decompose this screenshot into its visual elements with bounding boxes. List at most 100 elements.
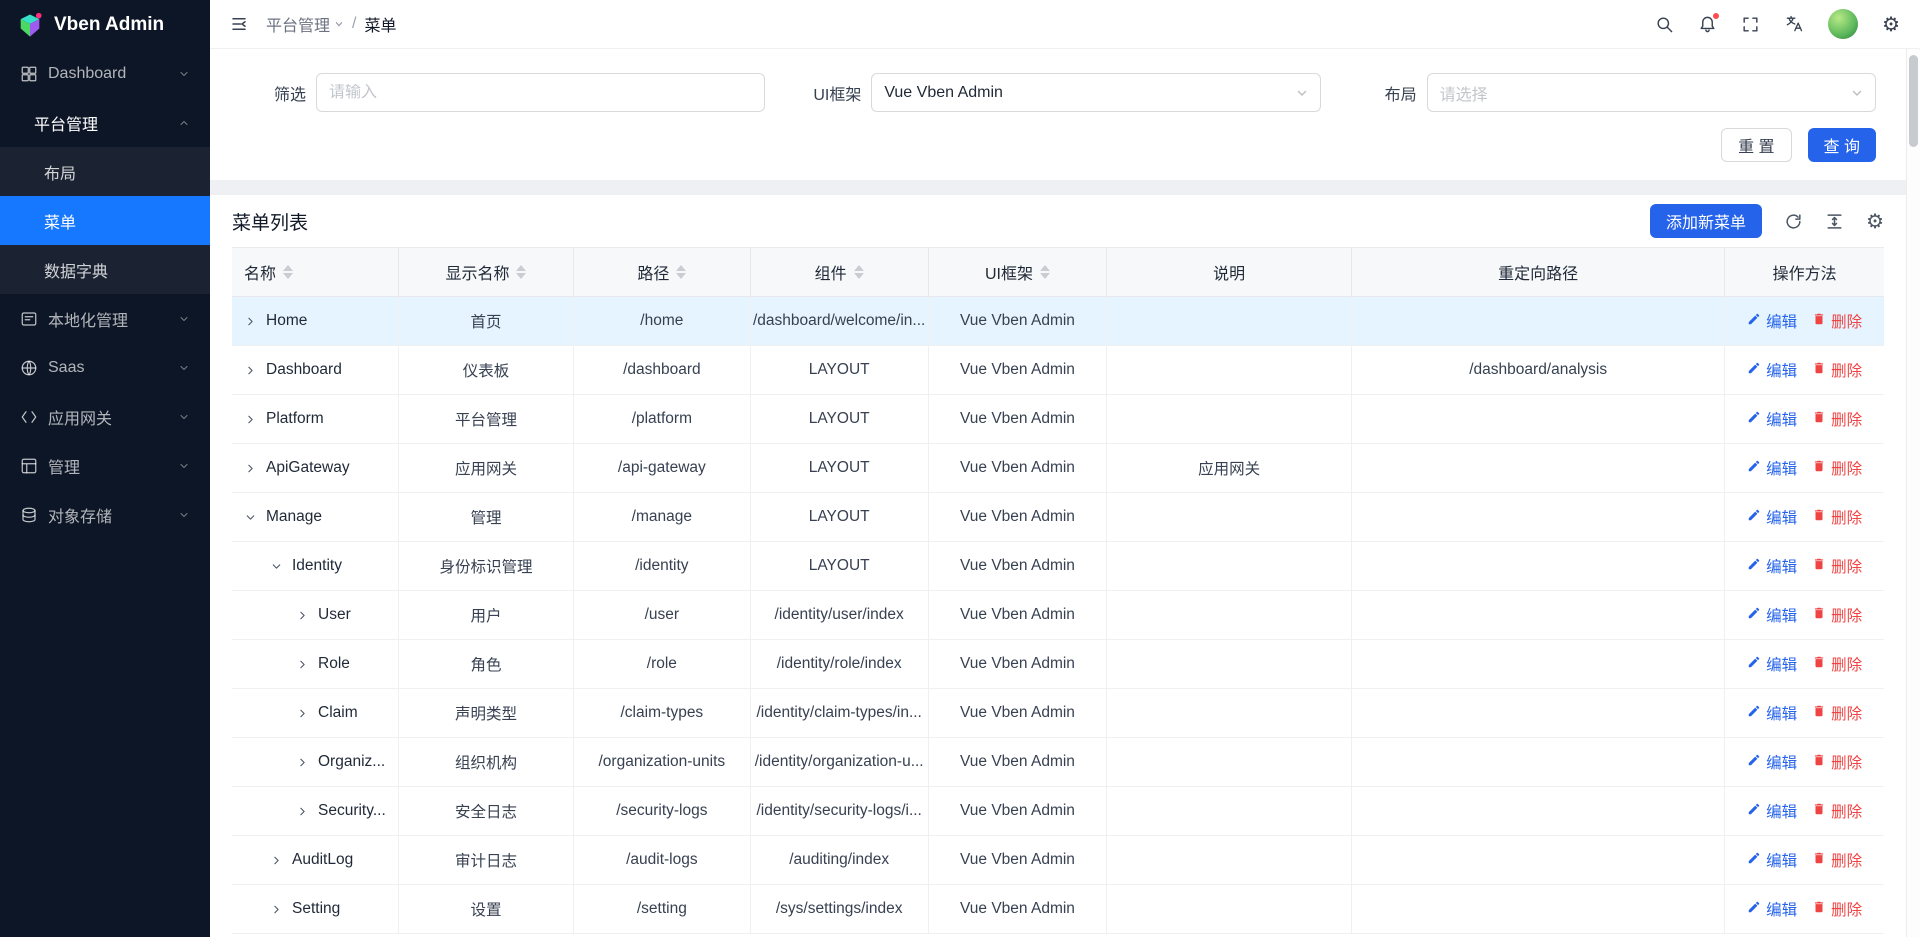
sort-icon[interactable] <box>516 265 526 279</box>
sidebar-item-layout[interactable]: 布局 <box>0 147 210 196</box>
edit-button[interactable]: 编辑 <box>1747 359 1797 381</box>
column-header[interactable]: 名称 <box>232 248 399 297</box>
sidebar-collapse-icon[interactable] <box>230 15 248 33</box>
chevron-down-icon[interactable] <box>270 560 283 573</box>
edit-button[interactable]: 编辑 <box>1747 898 1797 920</box>
edit-button[interactable]: 编辑 <box>1747 751 1797 773</box>
chevron-right-icon[interactable] <box>296 805 309 818</box>
delete-button[interactable]: 删除 <box>1812 653 1862 675</box>
edit-button[interactable]: 编辑 <box>1747 653 1797 675</box>
app-logo[interactable]: Vben Admin <box>0 0 210 49</box>
sidebar-item-localization[interactable]: 本地化管理 <box>0 294 210 343</box>
chevron-right-icon[interactable] <box>244 315 257 328</box>
edit-button[interactable]: 编辑 <box>1747 555 1797 577</box>
search-button[interactable]: 查 询 <box>1808 128 1876 162</box>
delete-button[interactable]: 删除 <box>1812 555 1862 577</box>
cell-display: 设置 <box>399 885 574 934</box>
table-row[interactable]: Security...安全日志/security-logs/identity/s… <box>232 787 1884 836</box>
chevron-right-icon[interactable] <box>244 364 257 377</box>
sidebar-item-platform-management[interactable]: 平台管理 <box>0 98 210 147</box>
delete-button[interactable]: 删除 <box>1812 310 1862 332</box>
sidebar-item-api-gateway[interactable]: 应用网关 <box>0 392 210 441</box>
column-header[interactable]: 路径 <box>574 248 750 297</box>
delete-button[interactable]: 删除 <box>1812 898 1862 920</box>
sort-icon[interactable] <box>676 265 686 279</box>
table-row[interactable]: AuditLog审计日志/audit-logs/auditing/indexVu… <box>232 836 1884 885</box>
table-row[interactable]: Organiz...组织机构/organization-units/identi… <box>232 738 1884 787</box>
translate-icon[interactable] <box>1784 14 1804 34</box>
scrollbar[interactable] <box>1906 49 1920 937</box>
filter-input[interactable] <box>329 84 752 102</box>
delete-button[interactable]: 删除 <box>1812 702 1862 724</box>
table-row[interactable]: Claim声明类型/claim-types/identity/claim-typ… <box>232 689 1884 738</box>
table-row[interactable]: Manage管理/manageLAYOUTVue Vben Admin编辑删除 <box>232 493 1884 542</box>
row-name: Manage <box>266 508 322 526</box>
sort-icon[interactable] <box>283 265 293 279</box>
search-icon[interactable] <box>1655 15 1674 34</box>
topbar: 平台管理 / 菜单 ⚙ <box>210 0 1920 49</box>
edit-button[interactable]: 编辑 <box>1747 604 1797 626</box>
breadcrumb-root[interactable]: 平台管理 <box>266 12 344 36</box>
edit-button[interactable]: 编辑 <box>1747 702 1797 724</box>
edit-icon <box>1747 753 1761 772</box>
chevron-right-icon[interactable] <box>270 854 283 867</box>
delete-button[interactable]: 删除 <box>1812 359 1862 381</box>
cell-framework: Vue Vben Admin <box>929 689 1107 738</box>
table-settings-icon[interactable]: ⚙ <box>1866 211 1884 231</box>
delete-button[interactable]: 删除 <box>1812 604 1862 626</box>
sort-icon[interactable] <box>854 265 864 279</box>
cell-display: 身份标识管理 <box>399 542 574 591</box>
settings-gear-icon[interactable]: ⚙ <box>1882 14 1900 34</box>
row-height-icon[interactable] <box>1825 212 1844 231</box>
table-row[interactable]: User用户/user/identity/user/indexVue Vben … <box>232 591 1884 640</box>
reset-button[interactable]: 重 置 <box>1721 128 1791 162</box>
edit-button[interactable]: 编辑 <box>1747 408 1797 430</box>
edit-button[interactable]: 编辑 <box>1747 506 1797 528</box>
table-row[interactable]: Identity身份标识管理/identityLAYOUTVue Vben Ad… <box>232 542 1884 591</box>
chevron-down-icon[interactable] <box>244 511 257 524</box>
delete-button[interactable]: 删除 <box>1812 457 1862 479</box>
sort-icon[interactable] <box>1040 265 1050 279</box>
sidebar-item-data-dictionary[interactable]: 数据字典 <box>0 245 210 294</box>
edit-button[interactable]: 编辑 <box>1747 310 1797 332</box>
table-row[interactable]: Platform平台管理/platformLAYOUTVue Vben Admi… <box>232 395 1884 444</box>
table-row[interactable]: Home首页/home/dashboard/welcome/in...Vue V… <box>232 297 1884 346</box>
add-menu-button[interactable]: 添加新菜单 <box>1650 204 1762 238</box>
chevron-right-icon[interactable] <box>296 756 309 769</box>
layout-select[interactable]: 请选择 <box>1427 73 1876 112</box>
notification-bell-icon[interactable] <box>1698 15 1717 34</box>
column-header[interactable]: 显示名称 <box>399 248 574 297</box>
chevron-right-icon[interactable] <box>296 707 309 720</box>
table-row[interactable]: ApiGateway应用网关/api-gatewayLAYOUTVue Vben… <box>232 444 1884 493</box>
delete-button[interactable]: 删除 <box>1812 751 1862 773</box>
refresh-icon[interactable] <box>1784 212 1803 231</box>
table-row[interactable]: Role角色/role/identity/role/indexVue Vben … <box>232 640 1884 689</box>
sidebar-item-saas[interactable]: Saas <box>0 343 210 392</box>
avatar[interactable] <box>1828 9 1858 39</box>
delete-button[interactable]: 删除 <box>1812 800 1862 822</box>
sidebar-item-dashboard[interactable]: Dashboard <box>0 49 210 98</box>
sidebar-item-management[interactable]: 管理 <box>0 441 210 490</box>
column-header[interactable]: 组件 <box>751 248 929 297</box>
edit-button[interactable]: 编辑 <box>1747 800 1797 822</box>
edit-button[interactable]: 编辑 <box>1747 457 1797 479</box>
delete-button[interactable]: 删除 <box>1812 408 1862 430</box>
chevron-right-icon[interactable] <box>296 658 309 671</box>
sidebar-item-object-storage[interactable]: 对象存储 <box>0 490 210 539</box>
fullscreen-icon[interactable] <box>1741 15 1760 34</box>
ui-framework-select[interactable]: Vue Vben Admin <box>871 73 1320 112</box>
scrollbar-thumb[interactable] <box>1909 55 1918 147</box>
delete-button[interactable]: 删除 <box>1812 849 1862 871</box>
delete-button[interactable]: 删除 <box>1812 506 1862 528</box>
chevron-right-icon[interactable] <box>244 462 257 475</box>
chevron-right-icon[interactable] <box>244 413 257 426</box>
table-row[interactable]: Dashboard仪表板/dashboardLAYOUTVue Vben Adm… <box>232 346 1884 395</box>
column-header[interactable]: UI框架 <box>929 248 1107 297</box>
chevron-right-icon[interactable] <box>270 903 283 916</box>
edit-button[interactable]: 编辑 <box>1747 849 1797 871</box>
chevron-right-icon[interactable] <box>296 609 309 622</box>
cell-description <box>1107 689 1352 738</box>
sidebar-item-menu[interactable]: 菜单 <box>0 196 210 245</box>
delete-icon <box>1812 459 1826 478</box>
table-row[interactable]: Setting设置/setting/sys/settings/indexVue … <box>232 885 1884 934</box>
